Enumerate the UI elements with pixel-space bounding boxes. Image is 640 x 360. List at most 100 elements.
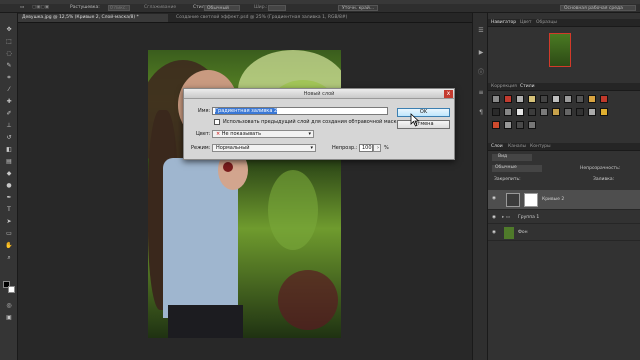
opacity-label: Непрозр.: [332,145,358,151]
style-swatch[interactable] [516,121,524,129]
chevron-down-icon: ▾ [310,145,313,151]
shape-tool-icon[interactable]: ▭ [3,229,15,238]
style-swatch[interactable] [552,95,560,103]
screen-mode-icon[interactable]: ▣ [3,313,15,322]
style-swatch[interactable] [540,95,548,103]
style-swatch[interactable] [576,95,584,103]
eraser-tool-icon[interactable]: ◧ [3,145,15,154]
clone-stamp-icon[interactable]: ⊥ [3,121,15,130]
style-swatch[interactable] [528,95,536,103]
clipping-mask-checkbox[interactable] [214,119,220,125]
tab-swatches[interactable]: Образцы [536,20,557,25]
hand-tool-icon[interactable]: ✋ [3,241,15,250]
style-swatch[interactable] [528,108,536,116]
width-input[interactable] [268,5,286,11]
chevron-right-icon: › [377,145,379,151]
workspace-select[interactable]: Основная рабочая среда [560,5,636,11]
fill-label: Заливка: [593,177,615,182]
marquee-tool-icon[interactable]: ⬚ [3,37,15,46]
adjustments-tabs: Коррекция Стили [488,83,640,91]
ok-button[interactable]: OK [397,108,450,117]
style-swatch[interactable] [588,95,596,103]
style-swatch[interactable] [588,108,596,116]
style-swatch[interactable] [492,121,500,129]
feather-label: Растушевка: [70,5,100,10]
layer-opacity-label: Непрозрачность: [580,166,621,171]
tab-navigator[interactable]: Навигатор [491,20,516,25]
dodge-tool-icon[interactable]: ● [3,181,15,190]
lasso-tool-icon[interactable]: ◌ [3,49,15,58]
style-swatch[interactable] [564,108,572,116]
style-swatch[interactable] [492,108,500,116]
feather-input[interactable]: 0 пикс. [108,5,130,11]
properties-icon[interactable]: ≡ [476,89,486,97]
opacity-stepper[interactable]: › [373,144,381,152]
style-swatch[interactable] [600,95,608,103]
dialog-titlebar[interactable]: Новый слой x [184,89,454,99]
style-swatch[interactable] [504,121,512,129]
layer-mask-thumbnail[interactable] [524,193,538,207]
tab-devushka[interactable]: Девушка.jpg @ 12,5% (Кривые 2, Слой-маск… [18,14,168,22]
name-input[interactable]: Градиентная заливка 2 [212,107,388,115]
chevron-down-icon: ▾ [308,131,311,137]
mouse-pointer-icon [410,113,420,127]
style-swatch[interactable] [564,95,572,103]
tab-layers[interactable]: Слои [491,144,503,149]
style-swatch[interactable] [600,108,608,116]
tab-svetlaya[interactable]: Создание светлой эффект.psd @ 25% (Гради… [172,14,372,22]
marquee-tool-icon[interactable]: ▭ [20,5,24,10]
history-brush-icon[interactable]: ↺ [3,133,15,142]
tab-channels[interactable]: Каналы [508,144,526,149]
visibility-eye-icon: ◉ [492,196,496,201]
move-tool-icon[interactable]: ✥ [3,25,15,34]
tab-color[interactable]: Цвет [520,20,532,25]
crop-tool-icon[interactable]: ⌗ [3,73,15,82]
blur-tool-icon[interactable]: ◆ [3,169,15,178]
percent-unit: % [384,145,389,151]
navigator-thumbnail[interactable] [549,33,571,67]
style-swatch[interactable] [528,121,536,129]
info-icon[interactable]: ⓘ [476,69,486,77]
style-swatch[interactable] [504,108,512,116]
style-swatch[interactable] [492,95,500,103]
background-color-swatch[interactable] [8,286,15,293]
healing-brush-icon[interactable]: ✚ [3,97,15,106]
layer-row-curves[interactable]: ◉ Кривые 2 [488,190,640,210]
actions-icon[interactable]: ▶ [476,49,486,57]
cancel-button[interactable]: Отмена [397,120,450,129]
style-swatch[interactable] [516,95,524,103]
type-tool-icon[interactable]: T [3,205,15,214]
refine-edge-button[interactable]: Уточн. край... [338,5,378,11]
style-select[interactable]: Обычный [204,5,240,11]
quick-mask-icon[interactable]: ◎ [3,301,15,310]
color-select[interactable]: × Не показывать ▾ [212,130,314,138]
tab-adjustments[interactable]: Коррекция [491,84,517,89]
tab-paths[interactable]: Контуры [530,144,551,149]
style-swatch[interactable] [576,108,584,116]
path-select-icon[interactable]: ➤ [3,217,15,226]
style-swatch[interactable] [540,108,548,116]
right-panels: Навигатор Цвет Образцы Коррекция Стили С… [488,13,640,360]
history-icon[interactable]: ☰ [476,27,486,35]
opacity-input[interactable]: 100 [359,144,373,152]
selection-mode-icons[interactable]: ▢▣▢▣ [32,5,49,10]
paragraph-icon[interactable]: ¶ [476,109,486,117]
gradient-tool-icon[interactable]: ▤ [3,157,15,166]
brush-tool-icon[interactable]: ✐ [3,109,15,118]
eyedropper-icon[interactable]: ⁄ [3,85,15,94]
mode-select[interactable]: Нормальный ▾ [212,144,316,152]
tab-styles[interactable]: Стили [520,84,535,89]
antialias-checkbox[interactable]: Сглаживание [144,5,176,10]
layer-kind-filter[interactable]: Вид [492,154,532,161]
style-swatch[interactable] [516,108,524,116]
blend-mode-select[interactable]: Обычные [492,165,542,172]
background-thumbnail [504,227,514,239]
close-icon[interactable]: x [444,90,453,98]
style-swatch[interactable] [552,108,560,116]
style-swatch[interactable] [504,95,512,103]
layer-row-background[interactable]: ◉ Фон [488,225,640,241]
layer-row-group[interactable]: ◉ ▸ ▭ Группа 1 [488,211,640,224]
quick-select-icon[interactable]: ✎ [3,61,15,70]
zoom-tool-icon[interactable]: ⌕ [3,253,15,262]
pen-tool-icon[interactable]: ✒ [3,193,15,202]
